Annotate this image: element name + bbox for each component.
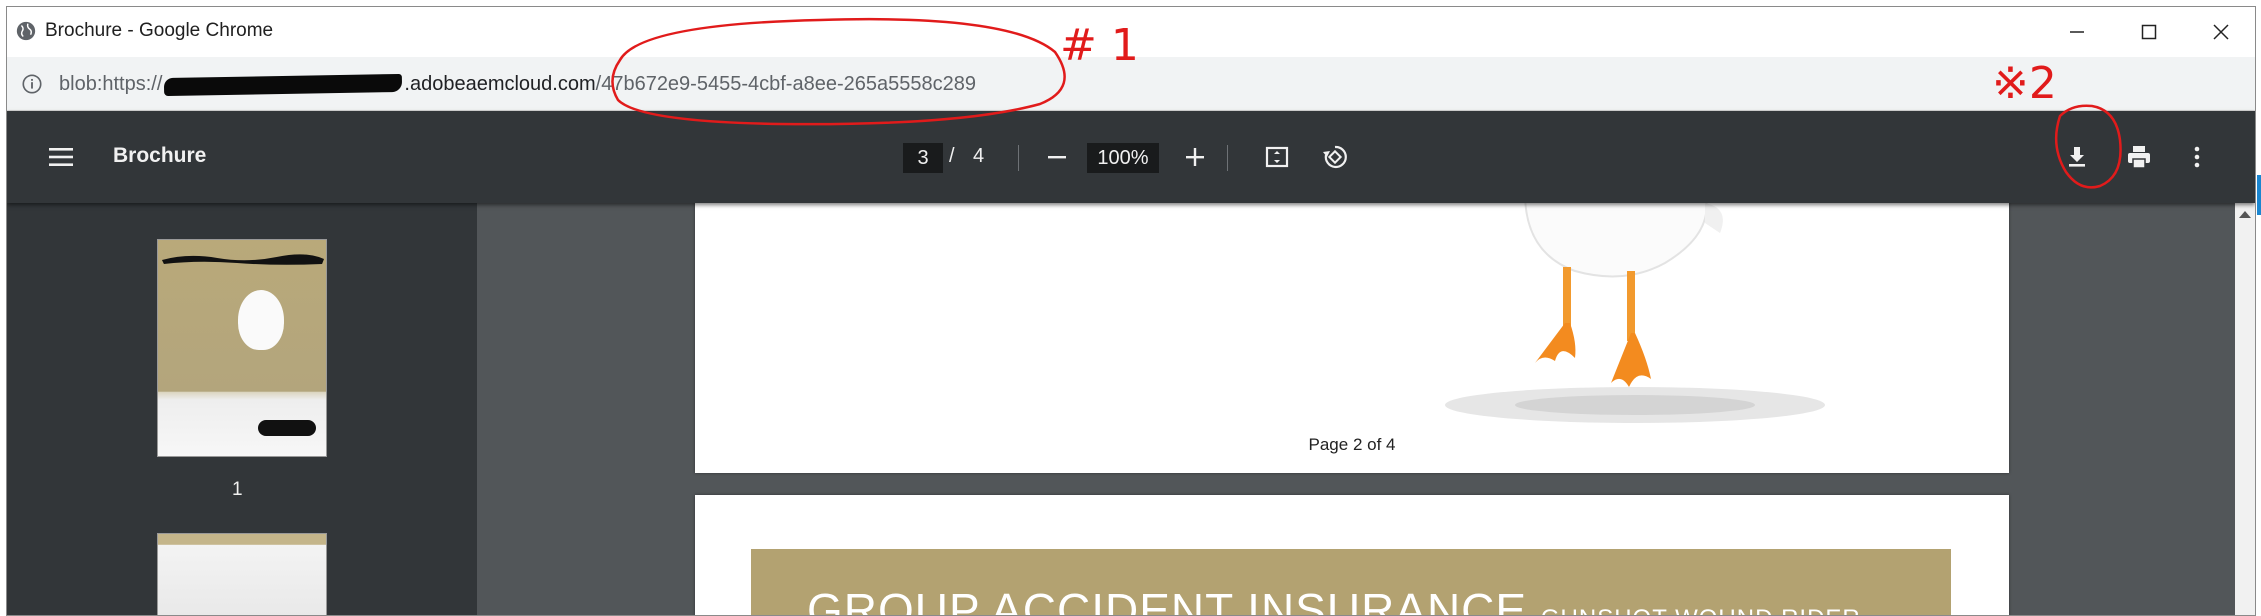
vertical-scrollbar[interactable] — [2235, 203, 2255, 615]
banner-subtitle: GUNSHOT WOUND RIDER — [1541, 605, 1861, 615]
rotate-button[interactable] — [1317, 139, 1353, 175]
download-icon — [2069, 147, 2085, 167]
pdf-viewer[interactable]: 1 Page 2 of 4 GROUP ACCIDENT INSURANCE G… — [7, 193, 2255, 616]
chrome-window: Brochure - Google Chrome blob:https:// .a… — [6, 6, 2256, 616]
page-footer-label: Page 2 of 4 — [1308, 435, 1396, 454]
banner-title-text: GROUP ACCIDENT INSURANCE — [807, 584, 1528, 616]
page-number-input[interactable]: 3 — [903, 143, 943, 173]
annotation-label-2: ※2 — [1992, 58, 2057, 109]
url-text[interactable]: blob:https:// .adobeaemcloud.com/47b672e9… — [59, 73, 976, 96]
thumbnail-label: 1 — [232, 479, 243, 500]
url-path: /47b672e9-5455-4cbf-a8ee-265a5558c289 — [595, 73, 976, 95]
page-separator: / — [949, 145, 955, 167]
page-thumbnail[interactable] — [157, 239, 327, 457]
maximize-button[interactable] — [2113, 7, 2185, 57]
page-thumbnail[interactable] — [157, 533, 327, 615]
print-icon — [2128, 146, 2150, 169]
pdf-page: Page 2 of 4 — [695, 193, 2009, 473]
minimize-icon — [2070, 31, 2084, 33]
document-title: Brochure — [113, 144, 207, 167]
toolbar-divider — [1227, 145, 1228, 171]
scroll-up-icon[interactable] — [2239, 211, 2251, 218]
annotation-label-1: # 1 — [1060, 20, 1139, 71]
zoom-in-button[interactable] — [1177, 139, 1213, 175]
zoom-in-icon — [1186, 148, 1204, 166]
fit-page-icon — [1265, 146, 1289, 168]
globe-icon — [16, 21, 36, 41]
menu-icon[interactable] — [47, 143, 75, 171]
more-vert-icon — [2194, 146, 2200, 168]
pdf-toolbar: Brochure 3 / 4 100% — [7, 111, 2255, 203]
info-icon[interactable] — [21, 73, 43, 95]
page-total: 4 — [973, 145, 985, 167]
toolbar-divider — [1018, 145, 1019, 171]
redaction-mark — [164, 73, 403, 96]
zoom-input[interactable]: 100% — [1087, 143, 1159, 173]
redaction-mark — [161, 254, 325, 265]
minimize-button[interactable] — [2041, 7, 2113, 57]
rotate-icon — [1323, 145, 1347, 169]
page-banner: GROUP ACCIDENT INSURANCE GUNSHOT WOUND R… — [751, 549, 1951, 616]
zoom-out-icon — [1048, 156, 1066, 159]
print-button[interactable] — [2121, 139, 2157, 175]
url-prefix: blob:https:// — [59, 73, 163, 95]
fit-page-button[interactable] — [1259, 139, 1295, 175]
duck-image — [1445, 193, 1825, 423]
url-domain: .adobeaemcloud.com — [404, 73, 596, 95]
thumbnail-sidebar: 1 — [7, 203, 477, 615]
window-title: Brochure - Google Chrome — [45, 20, 274, 41]
background-window-edge — [2257, 175, 2261, 215]
more-actions-button[interactable] — [2179, 139, 2215, 175]
maximize-icon — [2141, 24, 2157, 40]
close-button[interactable] — [2185, 7, 2255, 57]
redaction-mark — [258, 420, 316, 436]
zoom-out-button[interactable] — [1039, 139, 1075, 175]
download-button[interactable] — [2059, 139, 2095, 175]
duck-thumbnail-image — [238, 290, 284, 350]
banner-title: GROUP ACCIDENT INSURANCE GUNSHOT WOUND R… — [807, 583, 1861, 616]
close-icon — [2213, 24, 2229, 40]
pdf-page: GROUP ACCIDENT INSURANCE GUNSHOT WOUND R… — [695, 495, 2009, 616]
